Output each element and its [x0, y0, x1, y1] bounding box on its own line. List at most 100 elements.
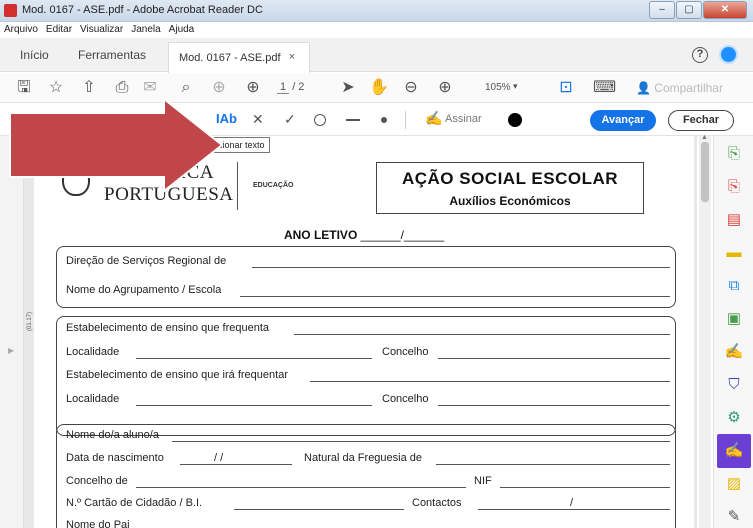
edit-pdf-icon[interactable]: ▣ [724, 309, 744, 329]
school-year-blank[interactable]: ______/______ [361, 228, 444, 242]
zoom-in-icon[interactable]: ⊕ [435, 78, 455, 98]
input-data-nascimento[interactable] [180, 464, 292, 465]
export-pdf-icon[interactable]: ⎘ [724, 144, 744, 164]
input-agrupamento[interactable] [240, 296, 670, 297]
create-pdf-icon[interactable]: ⎘ [724, 177, 744, 197]
input-concelho-3[interactable] [136, 487, 466, 488]
menu-janela[interactable]: Janela [131, 22, 160, 38]
page-fit-icon[interactable]: ⊡ [556, 78, 576, 98]
user-avatar[interactable] [719, 45, 738, 64]
combine-files-icon[interactable]: ⧉ [724, 276, 744, 296]
label-estab-ira: Estabelecimento de ensino que irá freque… [66, 369, 288, 381]
zoom-level[interactable]: 105% [485, 82, 511, 93]
tabs-row: Início Ferramentas Mod. 0167 - ASE.pdf × [0, 38, 753, 73]
zoom-out-icon[interactable]: ⊖ [401, 78, 421, 98]
dot-tool[interactable] [381, 117, 387, 123]
tab-document[interactable]: Mod. 0167 - ASE.pdf × [168, 42, 310, 73]
vertical-scrollbar[interactable]: ▲ [699, 134, 711, 528]
label-localidade-1: Localidade [66, 346, 120, 358]
page-current-input[interactable]: 1 [277, 81, 290, 94]
page-indicator[interactable]: 1 / 2 [277, 81, 304, 94]
select-cursor-icon[interactable]: ➤ [338, 78, 358, 98]
zoom-dropdown-icon[interactable]: ▾ [513, 81, 518, 92]
input-nome-aluno[interactable] [172, 441, 670, 442]
bookmark-star-icon[interactable]: ☆ [46, 78, 66, 98]
organize-pages-icon[interactable]: ▤ [724, 210, 744, 230]
color-picker[interactable] [508, 113, 522, 127]
input-freguesia[interactable] [436, 464, 670, 465]
more-tools-icon[interactable]: ✎ [724, 507, 744, 527]
label-freguesia: Natural da Freguesia de [304, 452, 423, 464]
previous-page-icon[interactable]: ⊕ [209, 78, 229, 98]
close-tab-icon[interactable]: × [289, 51, 295, 63]
save-icon[interactable]: 🖫 [14, 78, 34, 98]
date-separators: / / [214, 452, 224, 464]
tab-tools[interactable]: Ferramentas [78, 48, 146, 62]
send-for-signature-icon[interactable]: ✍ [724, 342, 744, 362]
optimize-icon[interactable]: ⚙ [724, 408, 744, 428]
menu-bar: Arquivo Editar Visualizar Janela Ajuda [0, 22, 753, 38]
input-localidade-2[interactable] [136, 405, 372, 406]
input-estab-ira[interactable] [310, 381, 670, 382]
protect-icon[interactable]: ⛉ [724, 375, 744, 395]
upload-cloud-icon[interactable]: ⇧ [79, 78, 99, 98]
input-nif[interactable] [500, 487, 670, 488]
label-concelho-3: Concelho de [66, 475, 128, 487]
scroll-up-icon[interactable]: ▲ [701, 134, 708, 141]
email-icon[interactable]: ✉ [140, 78, 160, 98]
tab-document-label: Mod. 0167 - ASE.pdf [179, 52, 281, 64]
input-localidade-1[interactable] [136, 358, 372, 359]
menu-visualizar[interactable]: Visualizar [80, 22, 123, 38]
tab-home[interactable]: Início [20, 48, 49, 62]
input-contactos[interactable] [478, 509, 670, 510]
arrow-shape [9, 99, 224, 194]
hand-tool-icon[interactable]: ✋ [369, 78, 389, 98]
sign-pen-icon[interactable]: ✍ [425, 110, 442, 127]
toolbar-divider [405, 111, 406, 129]
form-title-box: AÇÃO SOCIAL ESCOLAR Auxílios Económicos [376, 162, 644, 214]
label-nome-pai: Nome do Pai [66, 519, 130, 528]
school-year[interactable]: ANO LETIVO ______/______ [34, 228, 694, 242]
circle-tool[interactable] [314, 114, 326, 126]
expand-panel-icon[interactable]: ▶ [8, 346, 14, 355]
close-window-button[interactable]: ✕ [703, 1, 747, 19]
form-side-code: (01.17) [27, 311, 33, 331]
input-direcao[interactable] [252, 267, 670, 268]
input-estab-frequenta[interactable] [294, 334, 670, 335]
fill-sign-icon[interactable]: ✍ [717, 434, 751, 468]
sign-label[interactable]: Assinar [445, 113, 482, 125]
menu-editar[interactable]: Editar [46, 22, 72, 38]
keyboard-icon[interactable]: ⌨ [593, 78, 616, 98]
label-data-nascimento: Data de nascimento [66, 452, 164, 464]
share-file-icon[interactable]: ▨ [724, 474, 744, 494]
cross-mark-tool[interactable]: ✕ [252, 109, 264, 129]
input-concelho-2[interactable] [438, 405, 670, 406]
school-year-label: ANO LETIVO [283, 228, 358, 242]
label-concelho-2: Concelho [382, 393, 429, 405]
minimize-button[interactable]: – [649, 1, 675, 19]
label-cartao-cidadao: N.º Cartão de Cidadão / B.I. [66, 497, 203, 509]
scroll-thumb[interactable] [701, 142, 709, 202]
checkmark-tool[interactable]: ✓ [284, 109, 296, 129]
help-icon[interactable]: ? [692, 47, 708, 63]
maximize-button[interactable]: ▢ [676, 1, 702, 19]
print-icon[interactable]: ⎙ [112, 78, 132, 98]
menu-ajuda[interactable]: Ajuda [169, 22, 195, 38]
next-page-icon[interactable]: ⊕ [243, 78, 263, 98]
comment-icon[interactable]: ▬ [724, 243, 744, 263]
input-concelho-1[interactable] [438, 358, 670, 359]
zoom-search-icon[interactable]: ⌕ [176, 78, 196, 98]
next-button[interactable]: Avançar [590, 110, 656, 131]
red-annotation-arrow [9, 99, 224, 194]
label-direcao: Direção de Serviços Regional de [66, 255, 227, 267]
close-fill-sign-button[interactable]: Fechar [668, 110, 734, 131]
form-title: AÇÃO SOCIAL ESCOLAR [401, 169, 619, 188]
share-button[interactable]: 👤 Compartilhar [636, 81, 723, 95]
form-subtitle: Auxílios Económicos [449, 194, 571, 208]
menu-arquivo[interactable]: Arquivo [4, 22, 38, 38]
department-label: EDUCAÇÃO [253, 182, 294, 189]
share-user-icon: 👤 [636, 81, 655, 95]
line-tool[interactable] [346, 119, 360, 121]
input-cartao-cidadao[interactable] [234, 509, 404, 510]
label-agrupamento: Nome do Agrupamento / Escola [66, 284, 222, 296]
